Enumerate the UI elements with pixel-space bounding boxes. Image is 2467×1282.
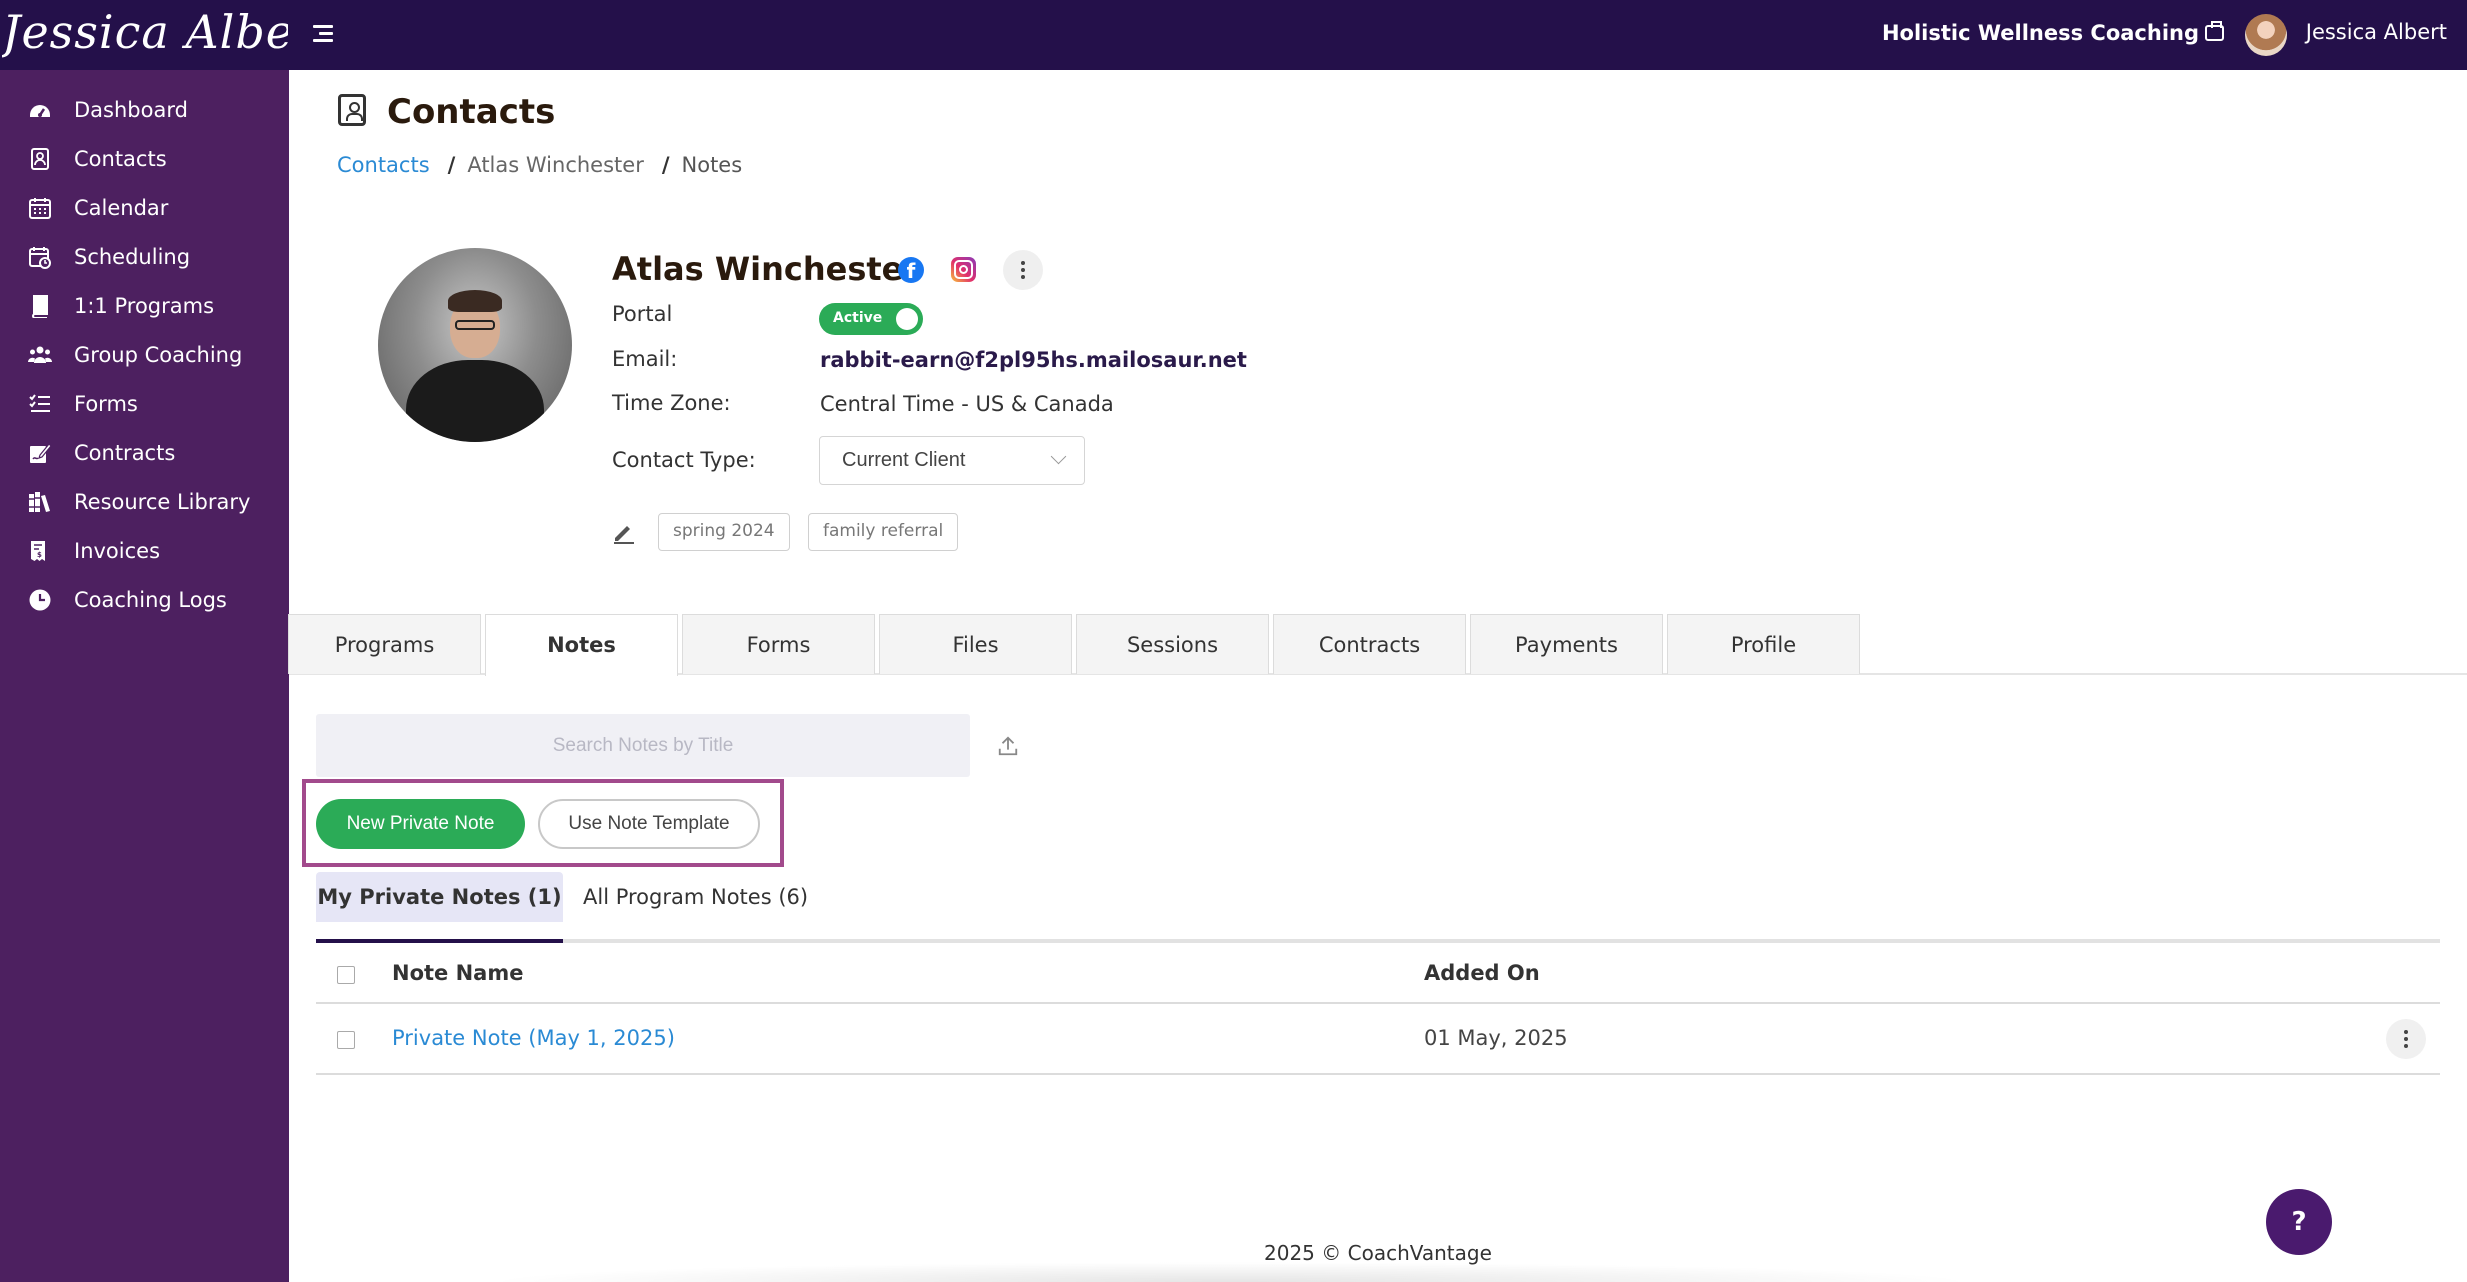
search-notes-input[interactable] [316, 714, 970, 777]
email-label: Email: [612, 347, 678, 371]
business-name: Holistic Wellness Coaching [1881, 21, 2199, 45]
upload-icon[interactable] [997, 735, 1019, 757]
row-more-options-button[interactable] [2386, 1019, 2426, 1059]
tab-all-program-notes[interactable]: All Program Notes (6) [583, 872, 808, 922]
contact-more-options-button[interactable] [1003, 250, 1043, 290]
tab-sessions[interactable]: Sessions [1076, 614, 1269, 674]
tab-contracts[interactable]: Contracts [1273, 614, 1466, 674]
more-vertical-icon [1021, 268, 1025, 272]
portal-label: Portal [612, 302, 673, 326]
breadcrumb: Contacts / Atlas Winchester / Notes [337, 153, 742, 177]
contact-name: Atlas Winchester [612, 250, 920, 288]
use-note-template-button[interactable]: Use Note Template [538, 799, 760, 849]
breadcrumb-contacts[interactable]: Contacts [337, 153, 430, 177]
dashboard-icon [28, 98, 52, 122]
footer-copyright: 2025 © CoachVantage [1264, 1241, 1492, 1265]
column-header-added-on[interactable]: Added On [1424, 961, 1540, 985]
contact-type-label: Contact Type: [612, 448, 756, 472]
tab-forms[interactable]: Forms [682, 614, 875, 674]
toggle-knob [896, 308, 918, 330]
signature-icon [28, 441, 52, 465]
table-divider [316, 1002, 2440, 1004]
page-title: Contacts [387, 92, 556, 132]
table-divider [316, 1073, 2440, 1075]
breadcrumb-current: Notes [681, 153, 743, 177]
column-header-note-name[interactable]: Note Name [392, 961, 523, 985]
sidebar-item-label: Forms [74, 392, 138, 416]
tag-chip: family referral [808, 513, 959, 551]
portal-toggle[interactable]: Active [819, 303, 923, 335]
sidebar-item-label: Scheduling [74, 245, 191, 269]
tab-my-private-notes[interactable]: My Private Notes (1) [316, 872, 563, 922]
chevron-down-icon [1050, 448, 1067, 465]
footer-shadow [480, 1262, 1980, 1282]
tab-files[interactable]: Files [879, 614, 1072, 674]
briefcase-icon[interactable] [2205, 21, 2224, 41]
menu-toggle-icon[interactable] [313, 22, 337, 46]
invoice-icon: $ [28, 539, 52, 563]
sidebar-item-label: Resource Library [74, 490, 251, 514]
svg-text:$: $ [37, 551, 42, 559]
tab-profile[interactable]: Profile [1667, 614, 1860, 674]
contact-email[interactable]: rabbit-earn@f2pl95hs.mailosaur.net [820, 348, 1247, 372]
breadcrumb-contact-name: Atlas Winchester [467, 153, 644, 177]
breadcrumb-separator: / [661, 153, 670, 177]
contact-type-value: Current Client [842, 449, 966, 471]
sidebar-item-label: Dashboard [74, 98, 188, 122]
tab-programs[interactable]: Programs [288, 614, 481, 674]
timezone-label: Time Zone: [612, 391, 731, 415]
sidebar: Dashboard Contacts Calendar Scheduling 1… [0, 70, 289, 1282]
new-private-note-button[interactable]: New Private Note [316, 799, 525, 849]
sidebar-item-label: 1:1 Programs [74, 294, 215, 318]
sidebar-item-label: Coaching Logs [74, 588, 227, 612]
instagram-icon[interactable] [951, 257, 976, 282]
group-icon [28, 343, 52, 367]
more-vertical-icon [2404, 1037, 2408, 1041]
contact-timezone: Central Time - US & Canada [820, 392, 1114, 416]
note-name-link[interactable]: Private Note (May 1, 2025) [392, 1026, 675, 1050]
sidebar-item-label: Invoices [74, 539, 161, 563]
top-bar: Jessica Albert Holistic Wellness Coachin… [0, 0, 2467, 70]
sidebar-item-label: Contacts [74, 147, 167, 171]
scheduling-icon [28, 245, 52, 269]
contacts-icon [28, 147, 52, 171]
sidebar-item-coaching-logs[interactable]: Coaching Logs [0, 570, 289, 630]
tab-payments[interactable]: Payments [1470, 614, 1663, 674]
brand-logo[interactable]: Jessica Albert [2, 2, 288, 68]
sidebar-item-label: Group Coaching [74, 343, 243, 367]
checklist-icon [28, 392, 52, 416]
calendar-icon [28, 196, 52, 220]
library-icon [28, 490, 52, 514]
tag-chip: spring 2024 [658, 513, 790, 551]
sidebar-item-label: Contracts [74, 441, 176, 465]
portal-status: Active [833, 310, 883, 326]
help-button[interactable]: ? [2266, 1189, 2332, 1255]
subtabs-track [316, 939, 2440, 943]
select-all-checkbox[interactable] [337, 966, 355, 984]
user-menu[interactable]: Jessica Albert [2306, 20, 2447, 44]
book-icon [28, 294, 52, 318]
contact-avatar [378, 248, 572, 442]
contacts-book-icon [338, 94, 366, 126]
note-added-date: 01 May, 2025 [1424, 1026, 1568, 1050]
user-avatar[interactable] [2245, 14, 2287, 56]
sidebar-item-label: Calendar [74, 196, 169, 220]
row-checkbox[interactable] [337, 1031, 355, 1049]
tab-notes[interactable]: Notes [485, 614, 678, 676]
facebook-icon[interactable]: f [898, 257, 924, 283]
active-subtab-indicator [316, 939, 563, 943]
pencil-icon[interactable] [612, 520, 636, 544]
clock-icon [28, 588, 52, 612]
contact-type-select[interactable]: Current Client [819, 436, 1085, 485]
breadcrumb-separator: / [447, 153, 456, 177]
